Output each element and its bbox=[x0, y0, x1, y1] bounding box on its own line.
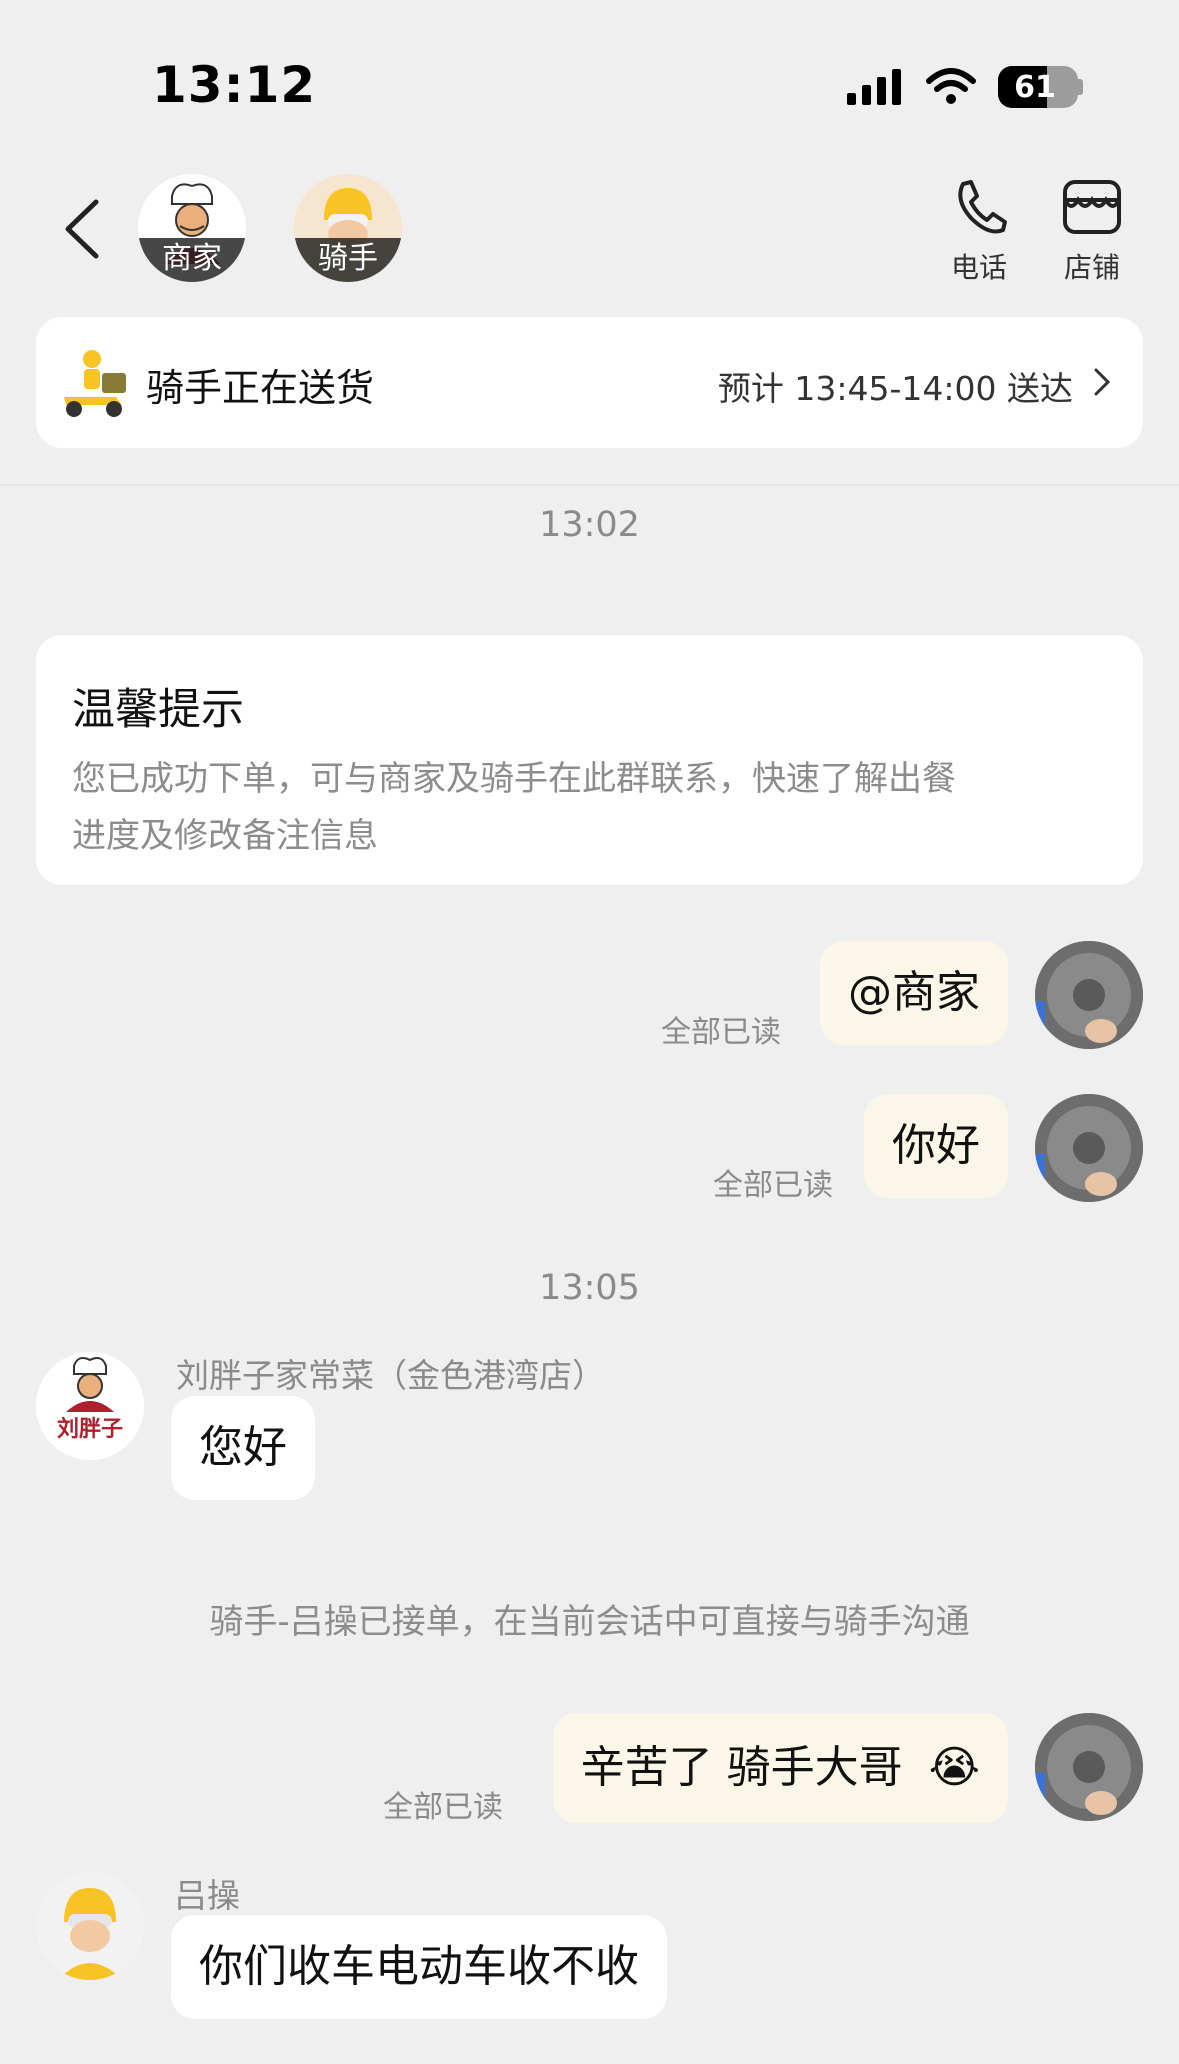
chef-logo-icon: 刘胖子 bbox=[36, 1352, 144, 1460]
message-bubble[interactable]: 辛苦了 骑手大哥 😭 bbox=[552, 1713, 1008, 1823]
my-avatar[interactable] bbox=[1035, 1094, 1143, 1202]
message-bubble[interactable]: 你们收车电动车收不收 bbox=[171, 1915, 667, 2019]
merchant-avatar[interactable]: 商家 bbox=[138, 174, 246, 282]
wifi-icon bbox=[926, 68, 976, 104]
tips-line-1: 您已成功下单，可与商家及骑手在此群联系，快速了解出餐 bbox=[72, 759, 956, 799]
phone-button[interactable]: 电话 bbox=[939, 178, 1019, 286]
crying-emoji-icon: 😭 bbox=[928, 1742, 980, 1793]
cellular-signal-icon bbox=[847, 69, 901, 105]
sender-name: 吕操 bbox=[174, 1876, 240, 1915]
user-avatar-icon bbox=[1035, 1713, 1143, 1821]
status-time: 13:12 bbox=[152, 56, 317, 114]
battery-percent: 61 bbox=[1014, 70, 1056, 105]
user-avatar-icon bbox=[1035, 1094, 1143, 1202]
shop-icon bbox=[1063, 180, 1121, 234]
sender-name: 刘胖子家常菜（金色港湾店） bbox=[176, 1356, 605, 1395]
tips-line-2: 进度及修改备注信息 bbox=[72, 816, 378, 856]
rider-tag: 骑手 bbox=[294, 238, 402, 282]
message-bubble[interactable]: 你好 bbox=[864, 1094, 1008, 1198]
timestamp: 13:02 bbox=[539, 505, 640, 545]
tips-title: 温馨提示 bbox=[72, 685, 244, 735]
merchant-message-avatar[interactable]: 刘胖子 bbox=[36, 1352, 144, 1460]
message-bubble[interactable]: @商家 bbox=[820, 941, 1008, 1045]
phone-icon bbox=[958, 180, 1007, 234]
merchant-logo-text: 刘胖子 bbox=[57, 1416, 123, 1442]
rider-face-icon bbox=[36, 1872, 144, 1980]
system-note: 骑手-吕操已接单，在当前会话中可直接与骑手沟通 bbox=[209, 1602, 970, 1642]
delivery-scooter-icon bbox=[64, 350, 126, 417]
header-divider bbox=[0, 484, 1179, 486]
delivery-status-card[interactable]: 骑手正在送货 预计 13:45-14:00 送达 bbox=[36, 317, 1143, 448]
rider-avatar[interactable]: 骑手 bbox=[294, 174, 402, 282]
shop-button[interactable]: 店铺 bbox=[1052, 178, 1132, 286]
phone-label: 电话 bbox=[950, 251, 1007, 284]
merchant-tag: 商家 bbox=[138, 238, 246, 282]
battery-nub bbox=[1078, 79, 1083, 95]
read-status: 全部已读 bbox=[383, 1790, 503, 1825]
read-status: 全部已读 bbox=[661, 1015, 781, 1050]
chevron-right-icon bbox=[1094, 368, 1111, 396]
read-status: 全部已读 bbox=[713, 1168, 833, 1203]
delivery-eta: 预计 13:45-14:00 送达 bbox=[717, 369, 1073, 408]
tips-card: 温馨提示 您已成功下单，可与商家及骑手在此群联系，快速了解出餐 进度及修改备注信… bbox=[36, 635, 1143, 885]
back-arrow-icon[interactable] bbox=[58, 196, 108, 262]
message-text: 辛苦了 骑手大哥 bbox=[580, 1742, 903, 1793]
battery-indicator: 61 bbox=[998, 66, 1078, 108]
my-avatar[interactable] bbox=[1035, 941, 1143, 1049]
delivery-title: 骑手正在送货 bbox=[146, 366, 375, 410]
timestamp: 13:05 bbox=[539, 1268, 640, 1308]
my-avatar[interactable] bbox=[1035, 1713, 1143, 1821]
user-avatar-icon bbox=[1035, 941, 1143, 1049]
shop-label: 店铺 bbox=[1063, 251, 1120, 284]
rider-message-avatar[interactable] bbox=[36, 1872, 144, 1980]
message-bubble[interactable]: 您好 bbox=[171, 1396, 315, 1500]
